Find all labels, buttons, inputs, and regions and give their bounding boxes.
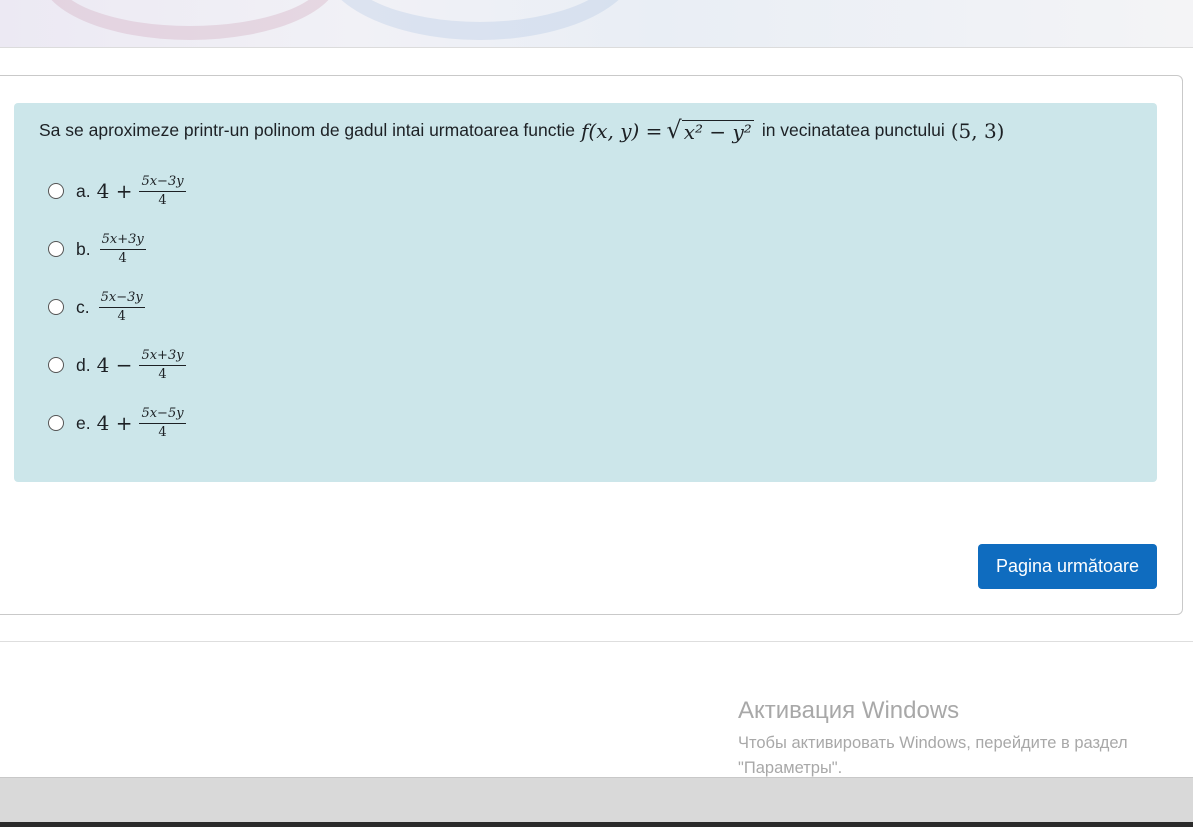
option-label: c.: [76, 296, 90, 317]
question-text-middle: in vecinatatea punctului: [761, 120, 945, 140]
fraction-numerator: 5x−3y: [139, 174, 186, 192]
option-label: b.: [76, 238, 91, 259]
taskbar: [0, 777, 1193, 827]
fraction: 5x−5y 4: [139, 406, 186, 440]
header-banner: [0, 0, 1193, 48]
option-prefix: 4 −: [96, 353, 133, 377]
option-formula: 5x+3y 4: [97, 232, 149, 266]
fraction-denominator: 4: [118, 251, 127, 266]
radio-button[interactable]: [48, 415, 64, 431]
fraction-denominator: 4: [117, 309, 126, 324]
answer-option-d[interactable]: d. 4 − 5x+3y 4: [48, 348, 189, 382]
option-label: e.: [76, 412, 91, 433]
windows-activation-watermark: Активация Windows Чтобы активировать Win…: [738, 697, 1178, 781]
answer-option-c[interactable]: c. 5x−3y 4: [48, 290, 148, 324]
taskbar-edge: [0, 822, 1193, 827]
function-radicand: x² − y²: [681, 120, 754, 144]
fraction-denominator: 4: [158, 193, 167, 208]
fraction-denominator: 4: [158, 367, 167, 382]
fraction: 5x−3y 4: [98, 290, 145, 324]
fraction: 5x+3y 4: [99, 232, 146, 266]
fraction: 5x−3y 4: [139, 174, 186, 208]
option-label: d.: [76, 354, 91, 375]
footer-divider: [0, 641, 1193, 642]
fraction: 5x+3y 4: [139, 348, 186, 382]
option-formula: 4 − 5x+3y 4: [97, 348, 189, 382]
fraction-numerator: 5x−5y: [139, 406, 186, 424]
option-label: a.: [76, 180, 91, 201]
banner-decoration: [320, 0, 640, 40]
next-page-button[interactable]: Pagina următoare: [978, 544, 1157, 589]
radio-button[interactable]: [48, 299, 64, 315]
radio-button[interactable]: [48, 241, 64, 257]
watermark-subtitle: Чтобы активировать Windows, перейдите в …: [738, 734, 1128, 777]
answer-option-b[interactable]: b. 5x+3y 4: [48, 232, 149, 266]
sqrt-expression: √ x² − y²: [666, 116, 754, 144]
radio-button[interactable]: [48, 357, 64, 373]
question-text-before: Sa se aproximeze printr-un polinom de ga…: [39, 120, 575, 140]
sqrt-symbol: √: [666, 116, 682, 144]
question-text: Sa se aproximeze printr-un polinom de ga…: [39, 118, 1005, 143]
option-formula: 4 + 5x−5y 4: [97, 406, 189, 440]
option-formula: 5x−3y 4: [96, 290, 148, 324]
answer-option-a[interactable]: a. 4 + 5x−3y 4: [48, 174, 189, 208]
answer-option-e[interactable]: e. 4 + 5x−5y 4: [48, 406, 189, 440]
function-lhs: f(x, y) =: [581, 118, 663, 143]
option-formula: 4 + 5x−3y 4: [97, 174, 189, 208]
fraction-denominator: 4: [158, 425, 167, 440]
option-prefix: 4 +: [96, 411, 133, 435]
watermark-title: Активация Windows: [738, 697, 960, 724]
radio-button[interactable]: [48, 183, 64, 199]
fraction-numerator: 5x+3y: [99, 232, 146, 250]
fraction-numerator: 5x+3y: [139, 348, 186, 366]
point: (5, 3): [950, 118, 1005, 143]
fraction-numerator: 5x−3y: [98, 290, 145, 308]
option-prefix: 4 +: [96, 179, 133, 203]
banner-decoration: [40, 0, 340, 40]
